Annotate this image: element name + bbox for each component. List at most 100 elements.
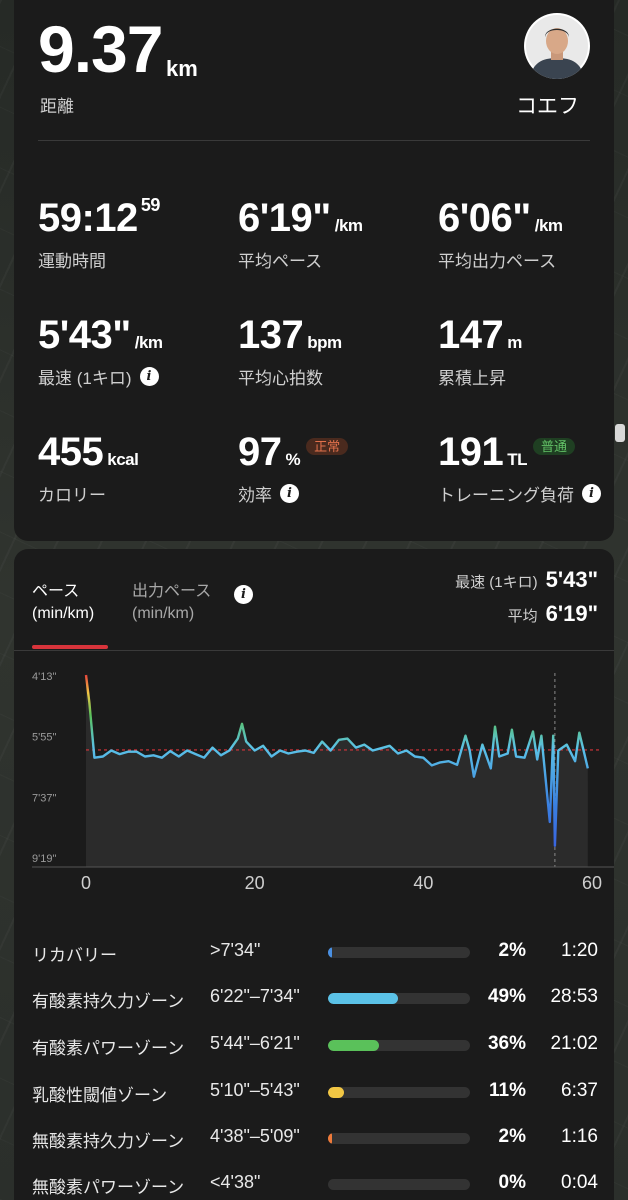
zone-row: 乳酸性閾値ゾーン 5'10"–5'43" 11% 6:37 xyxy=(32,1077,602,1107)
distance-value: 9.37 xyxy=(38,12,163,86)
zone-time: 0:04 xyxy=(561,1172,598,1193)
zone-name: リカバリー xyxy=(32,946,117,965)
fastest-label: 最速 (1キロ) xyxy=(455,574,538,591)
y-tick-label: 7'37" xyxy=(32,792,56,804)
zone-percent: 11% xyxy=(489,1080,526,1101)
zone-progress-bar xyxy=(328,1133,470,1144)
stat-calories: 455 kcal カロリー xyxy=(38,432,238,506)
stat-value: 6'19" xyxy=(238,196,331,240)
zone-percent: 36% xyxy=(487,1033,526,1054)
zone-progress-fill xyxy=(328,1040,380,1051)
stat-training-load: 191 TL 普通 トレーニング負荷 i xyxy=(438,432,618,506)
zone-row: リカバリー >7'34" 2% 1:20 xyxy=(32,937,602,967)
zone-range: 6'22"–7'34" xyxy=(210,986,300,1006)
zone-progress-fill xyxy=(328,947,332,958)
average-summary: 平均 6'19" xyxy=(508,601,598,627)
zone-progress-fill xyxy=(328,1087,344,1098)
zone-row: 無酸素パワーゾーン <4'38" 0% 0:04 xyxy=(32,1169,602,1199)
stat-efficiency: 97 % 正常 効率 i xyxy=(238,432,438,506)
zone-time: 1:20 xyxy=(561,940,598,961)
info-icon[interactable]: i xyxy=(139,367,159,386)
stat-value: 147 xyxy=(438,313,504,357)
x-tick-label: 60 xyxy=(582,873,602,893)
zone-name: 有酸素パワーゾーン xyxy=(32,1039,185,1058)
stat-label: 累積上昇 xyxy=(438,369,506,388)
zone-range: >7'34" xyxy=(210,940,261,960)
status-badge: 正常 xyxy=(306,437,349,455)
stat-fastest-km: 5'43"/km 最速 (1キロ) i xyxy=(38,315,238,389)
average-label: 平均 xyxy=(507,608,538,625)
zone-range: 5'44"–6'21" xyxy=(210,1033,300,1053)
zone-percent: 2% xyxy=(498,1126,526,1147)
x-tick-label: 20 xyxy=(245,873,265,893)
stat-elevation-gain: 147 m 累積上昇 xyxy=(438,315,628,389)
stat-unit: m xyxy=(507,333,522,352)
x-tick-label: 40 xyxy=(413,873,433,893)
tab-power-pace[interactable]: 出力ペース (min/km) xyxy=(132,581,211,626)
stat-value: 6'06" xyxy=(438,196,531,240)
zone-time: 28:53 xyxy=(550,986,598,1007)
y-tick-label: 4'13" xyxy=(32,671,56,683)
zone-progress-fill xyxy=(328,993,398,1004)
summary-card: 9.37 km 距離 コエフ 59:12 59 運動時間 6'19"/km 平均ペ… xyxy=(14,0,614,541)
stat-unit: /km xyxy=(334,216,363,235)
zone-time: 1:16 xyxy=(561,1126,598,1147)
y-tick-label: 5'55" xyxy=(32,732,56,744)
stat-avg-heart-rate: 137 bpm 平均心拍数 xyxy=(238,315,438,389)
status-badge: 普通 xyxy=(533,437,576,455)
user-avatar-icon xyxy=(526,15,588,79)
info-icon[interactable]: i xyxy=(582,484,601,503)
distance-unit: km xyxy=(166,56,198,81)
stat-value: 97 xyxy=(238,430,282,474)
stat-duration: 59:12 59 運動時間 xyxy=(38,195,238,272)
stat-unit: /km xyxy=(534,216,563,235)
info-icon[interactable]: i xyxy=(234,585,253,604)
fastest-value: 5'43" xyxy=(545,567,598,592)
stat-unit: kcal xyxy=(107,450,139,469)
stat-label: カロリー xyxy=(38,486,106,505)
distance-label: 距離 xyxy=(40,97,74,116)
stat-sup: 59 xyxy=(140,195,161,215)
stat-label: 平均出力ペース xyxy=(438,252,557,271)
zone-percent: 49% xyxy=(487,986,526,1007)
pace-chart[interactable]: 4'13" 5'55" 7'37" 9'19" 0 20 40 60 xyxy=(14,649,614,897)
zone-progress-bar xyxy=(328,993,470,1004)
stat-label: 効率 xyxy=(238,486,272,505)
stat-label: 平均ペース xyxy=(238,252,323,271)
x-tick-label: 0 xyxy=(81,873,91,893)
zone-progress-bar xyxy=(328,1040,470,1051)
stat-unit: TL xyxy=(507,450,528,469)
zone-progress-bar xyxy=(328,947,470,958)
stat-value: 191 xyxy=(438,430,504,474)
stat-avg-power-pace: 6'06"/km 平均出力ペース xyxy=(438,198,628,272)
stat-label: 最速 (1キロ) xyxy=(38,369,132,388)
stat-label: 運動時間 xyxy=(38,252,106,271)
zone-range: 4'38"–5'09" xyxy=(210,1126,300,1146)
user-name: コエフ xyxy=(516,95,579,118)
tab-pace[interactable]: ペース (min/km) xyxy=(32,581,94,626)
zone-range: <4'38" xyxy=(210,1172,261,1192)
zone-name: 有酸素持久力ゾーン xyxy=(32,992,185,1011)
zone-row: 有酸素パワーゾーン 5'44"–6'21" 36% 21:02 xyxy=(32,1030,602,1060)
info-icon[interactable]: i xyxy=(280,484,299,503)
stat-value: 59:12 xyxy=(38,196,138,240)
fastest-summary: 最速 (1キロ) 5'43" xyxy=(455,567,598,593)
stat-unit: /km xyxy=(134,333,163,352)
stat-avg-pace: 6'19"/km 平均ペース xyxy=(238,198,438,272)
y-tick-label: 9'19" xyxy=(32,853,56,865)
stat-label: 平均心拍数 xyxy=(238,369,323,388)
zone-name: 無酸素パワーゾーン xyxy=(32,1178,185,1197)
avatar[interactable] xyxy=(524,13,590,79)
zone-percent: 2% xyxy=(498,940,526,961)
zone-name: 乳酸性閾値ゾーン xyxy=(32,1086,168,1105)
zone-range: 5'10"–5'43" xyxy=(210,1080,300,1100)
stat-value: 137 xyxy=(238,313,304,357)
zone-time: 21:02 xyxy=(550,1033,598,1054)
scrollbar[interactable] xyxy=(615,424,625,442)
stat-value: 455 xyxy=(38,430,104,474)
zone-name: 無酸素持久力ゾーン xyxy=(32,1132,185,1151)
zone-percent: 0% xyxy=(498,1172,526,1193)
zone-progress-fill xyxy=(328,1133,332,1144)
stat-label: トレーニング負荷 xyxy=(438,486,574,505)
average-value: 6'19" xyxy=(545,601,598,626)
